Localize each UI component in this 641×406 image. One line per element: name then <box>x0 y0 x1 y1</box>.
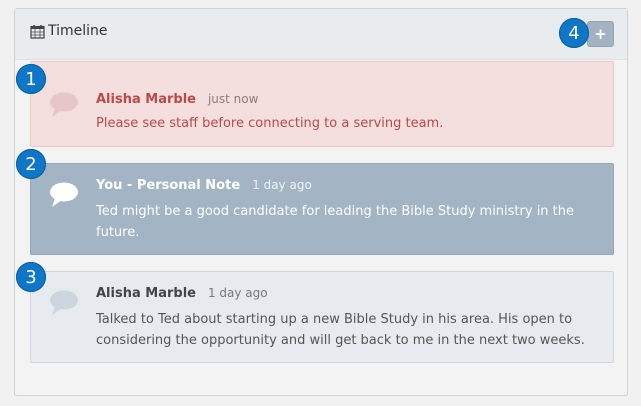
callout-badge-1: 1 <box>16 64 46 94</box>
timeline-note: Alisha Marble 1 day ago Talked to Ted ab… <box>30 271 614 363</box>
note-author: You - Personal Note <box>96 178 241 193</box>
callout-badge-2: 2 <box>16 149 46 179</box>
panel-header: Timeline + <box>15 9 627 60</box>
note-timestamp: 1 day ago <box>207 286 268 300</box>
comment-icon <box>50 182 78 207</box>
note-author: Alisha Marble <box>96 286 196 301</box>
panel-title-text: Timeline <box>48 23 108 39</box>
panel-title: Timeline <box>30 23 108 39</box>
note-text: Talked to Ted about starting up a new Bi… <box>96 312 585 348</box>
comment-icon <box>50 92 78 117</box>
add-note-button[interactable]: + <box>587 21 614 47</box>
callout-badge-3: 3 <box>16 262 46 292</box>
callout-badge-4: 4 <box>559 18 589 48</box>
note-text: Please see staff before connecting to a … <box>96 116 444 131</box>
note-header: Alisha Marble just now <box>96 92 258 107</box>
note-timestamp: 1 day ago <box>252 178 312 192</box>
plus-icon: + <box>594 25 607 43</box>
note-header: You - Personal Note 1 day ago <box>96 178 312 193</box>
note-timestamp: just now <box>207 92 259 106</box>
timeline-note: Alisha Marble just now Please see staff … <box>30 61 614 147</box>
timeline-note-personal: You - Personal Note 1 day ago Ted might … <box>30 163 614 255</box>
calendar-icon <box>30 24 45 39</box>
note-text: Ted might be a good candidate for leadin… <box>96 204 575 240</box>
note-author: Alisha Marble <box>96 92 196 107</box>
note-header: Alisha Marble 1 day ago <box>96 286 268 301</box>
comment-icon <box>50 290 78 315</box>
